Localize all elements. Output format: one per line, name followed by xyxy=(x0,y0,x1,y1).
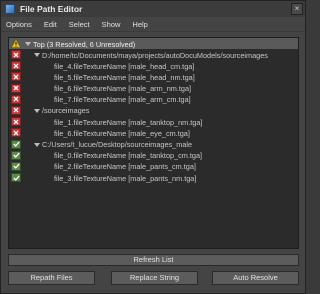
menu-options[interactable]: Options xyxy=(1,20,38,29)
error-x-icon xyxy=(11,61,21,71)
directory-path: C:/Users/t_lucue/Desktop/sourceimages_ma… xyxy=(42,140,193,149)
expand-arrow-icon[interactable] xyxy=(25,42,31,46)
checkmark-icon xyxy=(11,161,21,171)
file-texture-name: file_4.fileTextureName [male_head_cm.tga… xyxy=(54,61,195,71)
tree-row-file[interactable]: file_5.fileTextureName [male_head_nm.tga… xyxy=(9,71,298,82)
error-x-icon xyxy=(11,94,21,104)
tree-row-directory[interactable]: /sourceimages xyxy=(9,105,298,116)
warning-icon xyxy=(11,39,21,48)
directory-path: /sourceimages xyxy=(42,106,90,116)
file-texture-name: file_5.fileTextureName [male_head_nm.tga… xyxy=(54,72,195,82)
error-x-icon xyxy=(11,83,21,93)
tree-row-top[interactable]: Top (3 Resolved, 6 Unresolved) xyxy=(9,38,298,49)
file-path-tree[interactable]: Top (3 Resolved, 6 Unresolved) D:/home/tc… xyxy=(8,37,299,249)
expand-arrow-icon[interactable] xyxy=(34,53,40,57)
menu-help[interactable]: Help xyxy=(126,20,153,29)
tree-row-file[interactable]: file_6.fileTextureName [male_eye_cm.tga] xyxy=(9,127,298,138)
file-texture-name: file_7.fileTextureName [male_arm_cm.tga] xyxy=(54,95,191,105)
repath-files-button[interactable]: Repath Files xyxy=(8,271,95,285)
file-texture-name: file_0.fileTextureName [male_tanktop_cm.… xyxy=(54,151,203,161)
tree-row-directory[interactable]: D:/home/tc/Documents/maya/projects/autoD… xyxy=(9,49,298,60)
expand-arrow-icon[interactable] xyxy=(34,142,40,147)
tree-row-file[interactable]: file_6.fileTextureName [male_arm_nm.tga] xyxy=(9,83,298,94)
error-x-icon xyxy=(11,105,21,115)
file-texture-name: file_3.fileTextureName [male_pants_nm.tg… xyxy=(54,173,197,183)
file-texture-name: file_2.fileTextureName [male_pants_cm.tg… xyxy=(54,162,196,172)
menu-bar: Options Edit Select Show Help xyxy=(1,17,305,32)
menu-edit[interactable]: Edit xyxy=(38,20,63,29)
tree-row-file[interactable]: file_0.fileTextureName [male_tanktop_cm.… xyxy=(9,150,298,161)
checkmark-icon xyxy=(11,139,21,149)
tree-row-file[interactable]: file_1.fileTextureName [male_tanktop_nm.… xyxy=(9,116,298,127)
menu-select[interactable]: Select xyxy=(63,20,96,29)
window-title: File Path Editor xyxy=(20,4,83,14)
error-x-icon xyxy=(11,128,21,138)
tree-row-directory[interactable]: C:/Users/t_lucue/Desktop/sourceimages_ma… xyxy=(9,139,298,150)
file-texture-name: file_6.fileTextureName [male_eye_cm.tga] xyxy=(54,128,190,138)
file-texture-name: file_6.fileTextureName [male_arm_nm.tga] xyxy=(54,84,192,94)
tree-top-label: Top (3 Resolved, 6 Unresolved) xyxy=(33,39,136,49)
auto-resolve-button[interactable]: Auto Resolve xyxy=(212,271,299,285)
error-x-icon xyxy=(11,72,21,82)
error-x-icon xyxy=(11,117,21,127)
checkmark-icon xyxy=(11,173,21,183)
title-bar: File Path Editor × xyxy=(1,1,305,17)
replace-string-button[interactable]: Replace String xyxy=(111,271,198,285)
checkmark-icon xyxy=(11,150,21,160)
tree-row-file[interactable]: file_3.fileTextureName [male_pants_nm.tg… xyxy=(9,172,298,183)
tree-row-file[interactable]: file_7.fileTextureName [male_arm_cm.tga] xyxy=(9,94,298,105)
expand-arrow-icon[interactable] xyxy=(34,108,40,113)
file-path-editor-window: File Path Editor × Options Edit Select S… xyxy=(0,0,306,294)
close-icon[interactable]: × xyxy=(291,3,303,15)
directory-path: D:/home/tc/Documents/maya/projects/autoD… xyxy=(42,50,268,60)
error-x-icon xyxy=(11,50,21,59)
app-icon xyxy=(5,4,15,14)
file-texture-name: file_1.fileTextureName [male_tanktop_nm.… xyxy=(54,117,203,127)
tree-row-file[interactable]: file_4.fileTextureName [male_head_cm.tga… xyxy=(9,60,298,71)
refresh-list-button[interactable]: Refresh List xyxy=(8,254,299,266)
tree-row-file[interactable]: file_2.fileTextureName [male_pants_cm.tg… xyxy=(9,161,298,172)
menu-show[interactable]: Show xyxy=(96,20,127,29)
